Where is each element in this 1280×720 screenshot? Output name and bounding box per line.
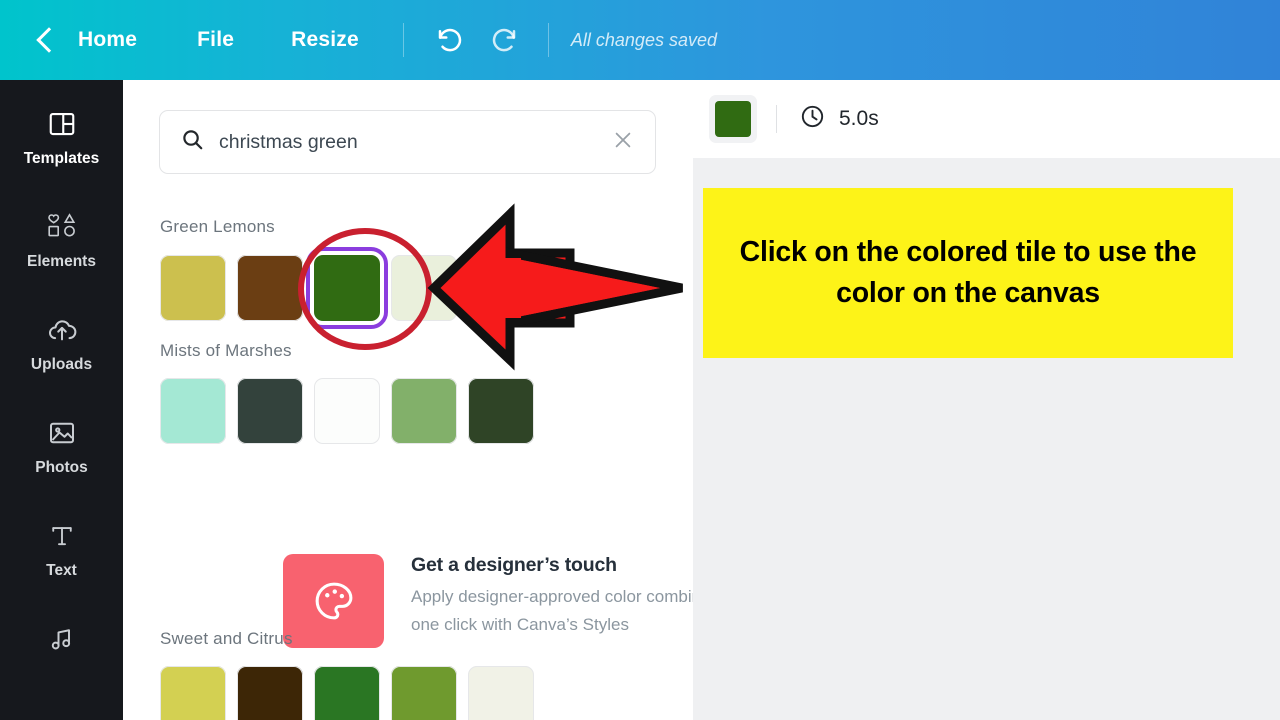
palette-title: Sweet and Citrus [160,629,293,648]
close-icon[interactable] [611,128,635,157]
promo-title: Get a designer’s touch [411,554,617,576]
color-swatch[interactable] [468,666,534,720]
left-sidebar: Templates Elements Uploads Photos Text [0,80,123,720]
search-input[interactable] [219,130,611,154]
palette-title: Mists of Marshes [160,341,292,360]
promo-description: Apply designer-approved color combinatio… [411,587,693,634]
designer-touch-promo-card[interactable]: Get a designer’s touch Apply designer-ap… [283,554,693,648]
resize-button[interactable]: Resize [291,28,359,52]
templates-icon [47,102,77,146]
color-swatch[interactable] [314,378,380,444]
palette-title: Green Lemons [160,217,275,236]
palette-icon [283,554,384,648]
color-swatch[interactable] [237,378,303,444]
home-button[interactable]: Home [78,28,137,52]
color-swatch[interactable] [160,255,226,321]
search-icon [180,127,205,157]
search-results-panel: Green Lemons Mists of Marshes Get a desi… [123,80,693,720]
sidebar-item-label: Templates [23,150,100,167]
save-status-label: All changes saved [570,29,717,50]
active-color-button[interactable] [709,95,757,143]
audio-music-icon [48,617,76,661]
color-swatch[interactable] [391,666,457,720]
sidebar-item-label: Elements [27,253,96,270]
color-swatch[interactable] [237,666,303,720]
timer-value: 5.0s [839,107,879,130]
toolbar-divider-2 [547,23,549,57]
sidebar-item-text[interactable]: Text [0,514,123,617]
color-swatch[interactable] [468,255,534,321]
palette-swatch-row [160,247,534,329]
uploads-icon [46,308,78,352]
clock-icon [799,103,826,135]
color-swatch[interactable] [314,666,380,720]
color-swatch[interactable] [160,666,226,720]
sidebar-item-audio[interactable] [0,617,123,720]
color-swatch[interactable] [391,255,457,321]
sidebar-item-label: Text [46,562,77,579]
sidebar-item-photos[interactable]: Photos [0,411,123,514]
text-icon [48,514,76,558]
top-toolbar: Home File Resize All changes saved [0,0,1280,80]
undo-icon[interactable] [428,18,472,62]
sidebar-item-label: Photos [35,459,88,476]
chevron-left-icon[interactable] [36,27,62,53]
color-swatch[interactable] [468,378,534,444]
canvas-toolbar: 5.0s [693,80,1280,158]
color-swatch[interactable] [391,378,457,444]
toolbar-divider [402,23,404,57]
photos-icon [47,411,77,455]
palette-swatch-row [160,378,534,444]
canvas-area: 5.0s Click on the colored tile to use th… [693,80,1280,720]
active-color-preview [715,101,751,137]
color-swatch[interactable] [160,378,226,444]
palette-swatch-row [160,666,534,720]
sidebar-item-templates[interactable]: Templates [0,102,123,205]
color-swatch-selected[interactable] [306,247,388,329]
toolbar-divider [776,105,777,133]
color-swatch[interactable] [237,255,303,321]
elements-icon [45,205,79,249]
redo-icon[interactable] [482,18,526,62]
animation-timer[interactable]: 5.0s [799,103,879,135]
instruction-callout: Click on the colored tile to use the col… [703,188,1233,358]
sidebar-item-uploads[interactable]: Uploads [0,308,123,411]
instruction-text: Click on the colored tile to use the col… [739,235,1197,309]
file-menu-button[interactable]: File [197,28,234,52]
search-bar[interactable] [159,110,656,174]
sidebar-item-elements[interactable]: Elements [0,205,123,308]
sidebar-item-label: Uploads [30,356,93,373]
